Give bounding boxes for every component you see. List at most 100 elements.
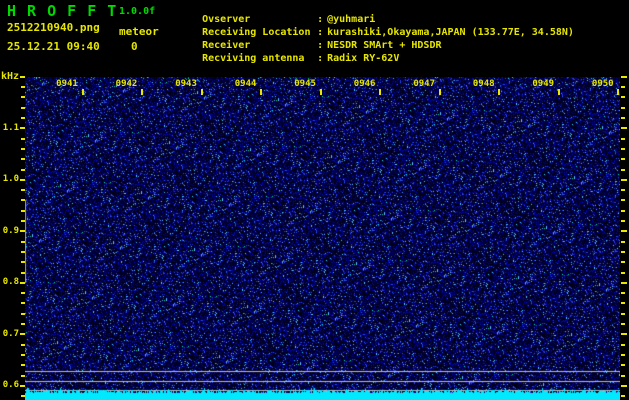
x-tick-mark bbox=[617, 89, 620, 95]
y-tick-mark-right bbox=[621, 384, 627, 387]
x-tick-label: 0945 bbox=[294, 79, 316, 89]
y-tick-mark-left bbox=[21, 137, 25, 140]
y-tick-mark-left bbox=[20, 178, 25, 181]
y-tick-mark-left bbox=[20, 127, 25, 130]
y-tick-mark-left bbox=[21, 220, 25, 222]
y-tick-mark-left bbox=[21, 158, 25, 161]
y-tick-mark-right bbox=[621, 86, 625, 89]
app-version: 1.0.0f bbox=[119, 6, 156, 17]
meteor-counter-value: 0 bbox=[131, 40, 138, 53]
x-tick-label: 0944 bbox=[234, 79, 257, 89]
spectrogram-canvas bbox=[25, 77, 620, 400]
y-tick-mark-left bbox=[21, 395, 25, 398]
info-row-antenna: Recviving antenna: Radix RY-62V bbox=[178, 42, 399, 75]
x-tick-mark bbox=[260, 89, 263, 95]
y-tick-mark-left bbox=[20, 75, 25, 78]
y-tick-mark-right bbox=[621, 199, 625, 202]
y-tick-mark-left bbox=[21, 364, 25, 367]
y-tick-mark-right bbox=[621, 106, 625, 109]
y-tick-label: 0.9 bbox=[2, 225, 19, 236]
y-tick-mark-left bbox=[20, 384, 25, 387]
y-tick-label: 0.7 bbox=[2, 328, 19, 339]
y-tick-mark-left bbox=[21, 209, 25, 212]
y-tick-mark-right bbox=[621, 168, 625, 171]
y-tick-label: 0.6 bbox=[2, 380, 19, 391]
y-tick-mark-left bbox=[20, 333, 25, 336]
y-tick-mark-right bbox=[621, 323, 625, 325]
x-tick-mark bbox=[379, 89, 382, 95]
y-tick-mark-right bbox=[621, 117, 625, 119]
y-tick-mark-right bbox=[621, 250, 625, 253]
y-tick-mark-right bbox=[621, 271, 625, 274]
y-tick-label: 1.1 bbox=[2, 122, 19, 133]
hrofft-screen: H R O F F T 1.0.0f 2512210940.png meteor… bbox=[0, 0, 629, 400]
y-tick-mark-left bbox=[21, 353, 25, 356]
y-tick-mark-left bbox=[21, 86, 25, 89]
y-tick-mark-left bbox=[21, 199, 25, 202]
y-tick-mark-left bbox=[21, 147, 25, 150]
y-tick-mark-left bbox=[21, 312, 25, 315]
y-tick-mark-left bbox=[21, 168, 25, 171]
x-tick-label: 0947 bbox=[413, 79, 436, 89]
y-tick-mark-left bbox=[20, 281, 25, 284]
y-tick-mark-left bbox=[21, 261, 25, 264]
y-tick-mark-left bbox=[21, 323, 25, 325]
y-tick-mark-right bbox=[621, 178, 627, 181]
antenna-label: Recviving antenna bbox=[202, 53, 305, 64]
x-tick-mark bbox=[557, 89, 560, 95]
y-tick-mark-left bbox=[21, 374, 25, 377]
y-tick-mark-right bbox=[621, 292, 625, 295]
y-tick-mark-right bbox=[621, 281, 627, 284]
x-tick-label: 0942 bbox=[115, 79, 138, 89]
y-tick-mark-left bbox=[21, 343, 25, 346]
y-tick-mark-right bbox=[621, 137, 625, 140]
y-tick-mark-right bbox=[621, 302, 625, 305]
x-tick-label: 0948 bbox=[472, 79, 495, 89]
y-tick-mark-left bbox=[21, 240, 25, 243]
y-tick-mark-right bbox=[621, 395, 625, 398]
y-tick-mark-right bbox=[621, 230, 627, 233]
y-axis-unit-label: kHz bbox=[1, 71, 20, 82]
x-tick-mark bbox=[141, 89, 144, 95]
x-tick-mark bbox=[319, 89, 322, 95]
y-tick-mark-right bbox=[621, 364, 625, 367]
y-tick-mark-left bbox=[21, 271, 25, 274]
y-tick-mark-right bbox=[621, 353, 625, 356]
app-title: H R O F F T bbox=[7, 2, 118, 20]
y-tick-mark-left bbox=[21, 96, 25, 99]
y-tick-mark-left bbox=[21, 106, 25, 109]
y-tick-mark-left bbox=[21, 292, 25, 295]
y-tick-mark-left bbox=[21, 302, 25, 305]
y-tick-mark-right bbox=[621, 75, 627, 78]
y-tick-mark-right bbox=[621, 240, 625, 243]
y-tick-mark-right bbox=[621, 209, 625, 212]
y-tick-mark-right bbox=[621, 96, 625, 99]
x-tick-label: 0941 bbox=[56, 79, 78, 89]
y-tick-label: 0.8 bbox=[2, 277, 19, 288]
y-tick-label: 1.0 bbox=[2, 174, 19, 185]
x-tick-mark bbox=[81, 89, 84, 95]
x-tick-label: 0946 bbox=[353, 79, 376, 89]
antenna-value: Radix RY-62V bbox=[327, 53, 400, 64]
y-tick-mark-right bbox=[621, 312, 625, 315]
y-tick-mark-left bbox=[21, 189, 25, 192]
x-tick-label: 0950 bbox=[591, 79, 614, 89]
x-tick-label: 0949 bbox=[532, 79, 555, 89]
y-tick-mark-right bbox=[621, 343, 625, 346]
x-tick-label: 0943 bbox=[175, 79, 197, 89]
y-tick-mark-right bbox=[621, 333, 627, 336]
meteor-counter-label: meteor bbox=[119, 25, 159, 38]
x-tick-mark bbox=[498, 89, 501, 95]
y-tick-mark-left bbox=[20, 230, 25, 233]
x-tick-mark bbox=[438, 89, 441, 95]
y-tick-mark-right bbox=[621, 374, 625, 377]
y-tick-mark-left bbox=[21, 117, 25, 119]
y-tick-mark-right bbox=[621, 220, 625, 222]
y-tick-mark-right bbox=[621, 158, 625, 161]
y-tick-mark-right bbox=[621, 147, 625, 150]
y-tick-mark-right bbox=[621, 261, 625, 264]
colon: : bbox=[317, 53, 324, 64]
observation-datetime: 25.12.21 09:40 bbox=[7, 40, 100, 53]
y-tick-mark-right bbox=[621, 189, 625, 192]
y-tick-mark-right bbox=[621, 127, 627, 130]
